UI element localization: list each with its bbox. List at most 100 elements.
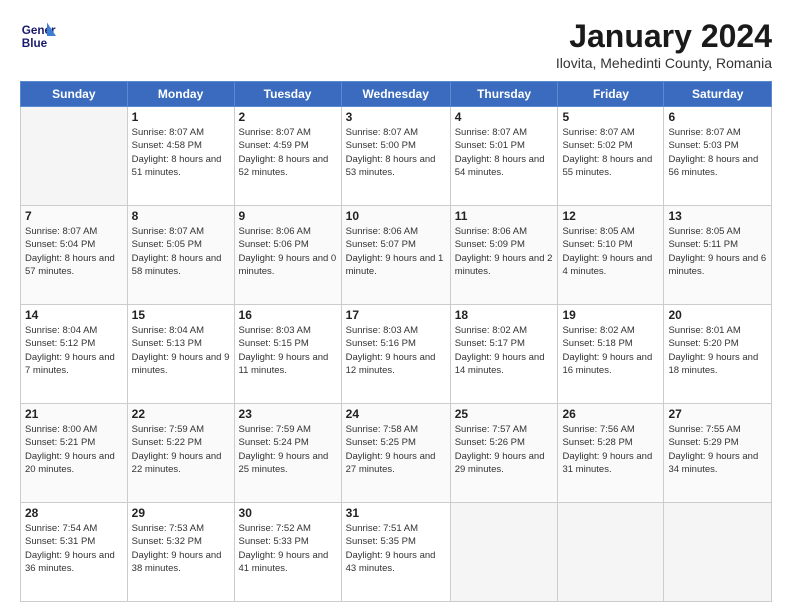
- day-number: 31: [346, 506, 446, 520]
- title-block: January 2024 Ilovita, Mehedinti County, …: [556, 18, 772, 71]
- day-number: 7: [25, 209, 123, 223]
- calendar-cell: 12Sunrise: 8:05 AMSunset: 5:10 PMDayligh…: [558, 206, 664, 305]
- calendar-table: SundayMondayTuesdayWednesdayThursdayFrid…: [20, 81, 772, 602]
- day-info: Sunrise: 7:58 AMSunset: 5:25 PMDaylight:…: [346, 423, 446, 476]
- weekday-header: Saturday: [664, 82, 772, 107]
- day-info: Sunrise: 8:06 AMSunset: 5:06 PMDaylight:…: [239, 225, 337, 278]
- calendar-cell: 5 Sunrise: 8:07 AMSunset: 5:02 PMDaylight…: [558, 107, 664, 206]
- calendar-cell: 13 Sunrise: 8:05 AMSunset: 5:11 PMDayligh…: [664, 206, 772, 305]
- weekday-header: Sunday: [21, 82, 128, 107]
- day-number: 16: [239, 308, 337, 322]
- day-number: 9: [239, 209, 337, 223]
- day-number: 19: [562, 308, 659, 322]
- day-info: Sunrise: 8:07 AMSunset: 5:00 PMDaylight:…: [346, 126, 446, 179]
- calendar-cell: 24 Sunrise: 7:58 AMSunset: 5:25 PMDayligh…: [341, 404, 450, 503]
- day-number: 26: [562, 407, 659, 421]
- calendar-cell: 29Sunrise: 7:53 AMSunset: 5:32 PMDayligh…: [127, 503, 234, 602]
- day-number: 15: [132, 308, 230, 322]
- calendar-cell: 25 Sunrise: 7:57 AMSunset: 5:26 PMDayligh…: [450, 404, 558, 503]
- calendar-cell: 15 Sunrise: 8:04 AMSunset: 5:13 PMDayligh…: [127, 305, 234, 404]
- day-info: Sunrise: 8:07 AMSunset: 5:01 PMDaylight:…: [455, 126, 554, 179]
- calendar-cell: 7 Sunrise: 8:07 AMSunset: 5:04 PMDaylight…: [21, 206, 128, 305]
- calendar-cell: 10 Sunrise: 8:06 AMSunset: 5:07 PMDayligh…: [341, 206, 450, 305]
- day-number: 24: [346, 407, 446, 421]
- day-number: 27: [668, 407, 767, 421]
- day-number: 10: [346, 209, 446, 223]
- day-number: 20: [668, 308, 767, 322]
- week-row: 1 Sunrise: 8:07 AMSunset: 4:58 PMDaylight…: [21, 107, 772, 206]
- day-info: Sunrise: 7:59 AMSunset: 5:22 PMDaylight:…: [132, 423, 230, 476]
- day-number: 25: [455, 407, 554, 421]
- day-number: 13: [668, 209, 767, 223]
- calendar-cell: 6 Sunrise: 8:07 AMSunset: 5:03 PMDaylight…: [664, 107, 772, 206]
- day-number: 11: [455, 209, 554, 223]
- calendar-cell: 8 Sunrise: 8:07 AMSunset: 5:05 PMDaylight…: [127, 206, 234, 305]
- day-number: 18: [455, 308, 554, 322]
- day-info: Sunrise: 8:00 AMSunset: 5:21 PMDaylight:…: [25, 423, 123, 476]
- calendar-cell: 21 Sunrise: 8:00 AMSunset: 5:21 PMDayligh…: [21, 404, 128, 503]
- week-row: 21 Sunrise: 8:00 AMSunset: 5:21 PMDayligh…: [21, 404, 772, 503]
- main-title: January 2024: [556, 18, 772, 55]
- day-number: 21: [25, 407, 123, 421]
- day-info: Sunrise: 8:07 AMSunset: 5:02 PMDaylight:…: [562, 126, 659, 179]
- day-info: Sunrise: 8:07 AMSunset: 4:58 PMDaylight:…: [132, 126, 230, 179]
- calendar-cell: [558, 503, 664, 602]
- calendar-cell: 30 Sunrise: 7:52 AMSunset: 5:33 PMDayligh…: [234, 503, 341, 602]
- day-number: 5: [562, 110, 659, 124]
- day-info: Sunrise: 8:01 AMSunset: 5:20 PMDaylight:…: [668, 324, 767, 377]
- day-number: 4: [455, 110, 554, 124]
- day-number: 22: [132, 407, 230, 421]
- day-info: Sunrise: 7:51 AMSunset: 5:35 PMDaylight:…: [346, 522, 446, 575]
- day-number: 28: [25, 506, 123, 520]
- day-info: Sunrise: 7:56 AMSunset: 5:28 PMDaylight:…: [562, 423, 659, 476]
- weekday-header: Tuesday: [234, 82, 341, 107]
- day-info: Sunrise: 7:54 AMSunset: 5:31 PMDaylight:…: [25, 522, 123, 575]
- day-number: 12: [562, 209, 659, 223]
- calendar-cell: 27 Sunrise: 7:55 AMSunset: 5:29 PMDayligh…: [664, 404, 772, 503]
- calendar-cell: 20 Sunrise: 8:01 AMSunset: 5:20 PMDayligh…: [664, 305, 772, 404]
- day-number: 30: [239, 506, 337, 520]
- logo: General Blue: [20, 18, 56, 54]
- day-number: 1: [132, 110, 230, 124]
- calendar-cell: 17Sunrise: 8:03 AMSunset: 5:16 PMDayligh…: [341, 305, 450, 404]
- day-info: Sunrise: 8:03 AMSunset: 5:16 PMDaylight:…: [346, 324, 446, 377]
- day-info: Sunrise: 8:07 AMSunset: 5:05 PMDaylight:…: [132, 225, 230, 278]
- day-number: 14: [25, 308, 123, 322]
- day-info: Sunrise: 8:07 AMSunset: 5:04 PMDaylight:…: [25, 225, 123, 278]
- day-info: Sunrise: 8:05 AMSunset: 5:11 PMDaylight:…: [668, 225, 767, 278]
- subtitle: Ilovita, Mehedinti County, Romania: [556, 55, 772, 71]
- day-info: Sunrise: 7:55 AMSunset: 5:29 PMDaylight:…: [668, 423, 767, 476]
- day-info: Sunrise: 8:06 AMSunset: 5:07 PMDaylight:…: [346, 225, 446, 278]
- calendar-cell: 19 Sunrise: 8:02 AMSunset: 5:18 PMDayligh…: [558, 305, 664, 404]
- day-info: Sunrise: 7:52 AMSunset: 5:33 PMDaylight:…: [239, 522, 337, 575]
- day-number: 8: [132, 209, 230, 223]
- calendar-cell: [21, 107, 128, 206]
- day-number: 3: [346, 110, 446, 124]
- weekday-header: Friday: [558, 82, 664, 107]
- calendar-cell: 9 Sunrise: 8:06 AMSunset: 5:06 PMDaylight…: [234, 206, 341, 305]
- calendar-cell: 23Sunrise: 7:59 AMSunset: 5:24 PMDayligh…: [234, 404, 341, 503]
- day-info: Sunrise: 7:57 AMSunset: 5:26 PMDaylight:…: [455, 423, 554, 476]
- day-number: 23: [239, 407, 337, 421]
- svg-text:Blue: Blue: [22, 37, 48, 50]
- calendar-cell: [664, 503, 772, 602]
- day-info: Sunrise: 8:02 AMSunset: 5:18 PMDaylight:…: [562, 324, 659, 377]
- page: General Blue January 2024 Ilovita, Mehed…: [0, 0, 792, 612]
- day-info: Sunrise: 8:03 AMSunset: 5:15 PMDaylight:…: [239, 324, 337, 377]
- calendar-cell: 22 Sunrise: 7:59 AMSunset: 5:22 PMDayligh…: [127, 404, 234, 503]
- day-info: Sunrise: 8:02 AMSunset: 5:17 PMDaylight:…: [455, 324, 554, 377]
- calendar-cell: 3 Sunrise: 8:07 AMSunset: 5:00 PMDaylight…: [341, 107, 450, 206]
- weekday-header: Thursday: [450, 82, 558, 107]
- day-info: Sunrise: 7:53 AMSunset: 5:32 PMDaylight:…: [132, 522, 230, 575]
- week-row: 7 Sunrise: 8:07 AMSunset: 5:04 PMDaylight…: [21, 206, 772, 305]
- day-info: Sunrise: 8:04 AMSunset: 5:13 PMDaylight:…: [132, 324, 230, 377]
- day-info: Sunrise: 8:07 AMSunset: 5:03 PMDaylight:…: [668, 126, 767, 179]
- calendar-cell: 11Sunrise: 8:06 AMSunset: 5:09 PMDayligh…: [450, 206, 558, 305]
- logo-icon: General Blue: [20, 18, 56, 54]
- calendar-cell: 16 Sunrise: 8:03 AMSunset: 5:15 PMDayligh…: [234, 305, 341, 404]
- day-number: 6: [668, 110, 767, 124]
- calendar-cell: 2Sunrise: 8:07 AMSunset: 4:59 PMDaylight…: [234, 107, 341, 206]
- day-number: 2: [239, 110, 337, 124]
- header: General Blue January 2024 Ilovita, Mehed…: [20, 18, 772, 71]
- week-row: 14Sunrise: 8:04 AMSunset: 5:12 PMDayligh…: [21, 305, 772, 404]
